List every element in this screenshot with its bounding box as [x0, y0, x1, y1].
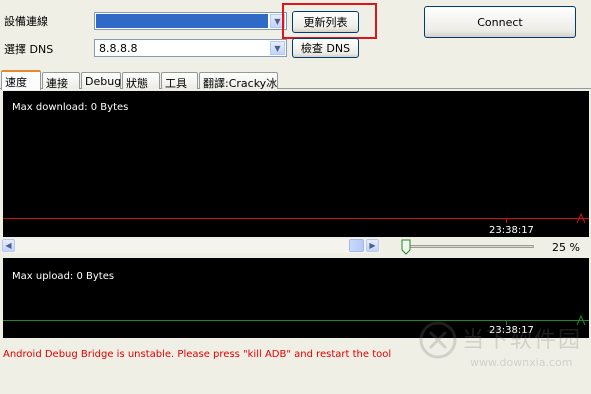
watermark-url: www.downxia.com [470, 356, 573, 369]
dns-label: 選擇 DNS [4, 43, 54, 56]
scroll-left-icon[interactable]: ◀ [2, 239, 15, 252]
zoom-percent: 25 % [552, 241, 580, 254]
check-dns-button[interactable]: 檢查 DNS [292, 38, 359, 58]
device-selection-highlight [96, 14, 268, 28]
dns-select[interactable]: 8.8.8.8 ▼ [94, 39, 287, 57]
tab-connection[interactable]: 連接 [42, 72, 80, 90]
connect-button[interactable]: Connect [424, 6, 576, 38]
tab-tools[interactable]: 工具 [161, 72, 198, 90]
tab-speed[interactable]: 速度 [1, 70, 41, 90]
zoom-slider-track[interactable] [404, 245, 534, 248]
zoom-slider-thumb[interactable] [401, 239, 411, 255]
download-baseline [3, 218, 589, 219]
watermark-text: 当下软件园 [462, 328, 583, 353]
upload-graph-title: Max upload: 0 Bytes [12, 271, 115, 282]
chevron-down-icon[interactable]: ▼ [270, 41, 285, 55]
scroll-right-icon[interactable]: ▶ [366, 239, 379, 252]
scrollbar-thumb[interactable] [349, 239, 364, 252]
device-select[interactable]: ▼ [94, 12, 287, 30]
download-marker-icon [576, 212, 586, 224]
download-tick [506, 219, 507, 223]
device-label: 設備連線 [4, 15, 48, 28]
highlight-box [282, 3, 377, 39]
download-graph: Max download: 0 Bytes 23:38:17 [3, 91, 589, 237]
tab-status[interactable]: 狀態 [122, 72, 160, 90]
download-time-label: 23:38:17 [489, 225, 534, 236]
status-message: Android Debug Bridge is unstable. Please… [3, 349, 392, 360]
horizontal-scrollbar[interactable]: ◀ ▶ [2, 239, 380, 253]
dns-value: 8.8.8.8 [99, 42, 138, 55]
watermark-logo-icon [419, 321, 457, 359]
tab-translation[interactable]: 翻譯:Cracky冰 [199, 72, 278, 90]
tab-debug[interactable]: Debug [81, 72, 121, 89]
watermark: 当下软件园 www.downxia.com [418, 318, 590, 378]
download-graph-title: Max download: 0 Bytes [12, 102, 129, 113]
